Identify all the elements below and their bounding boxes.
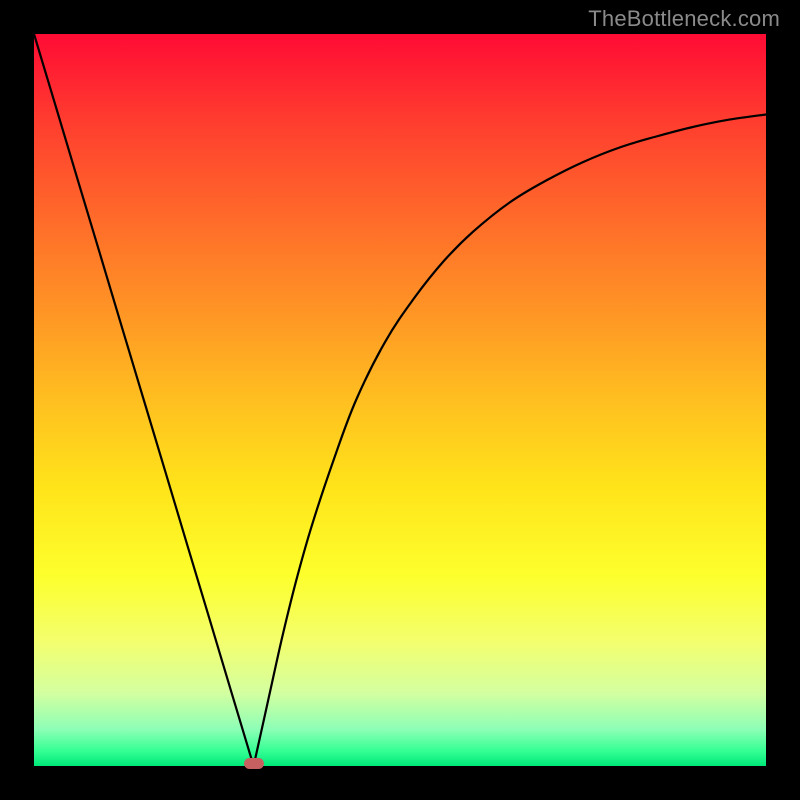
watermark-text: TheBottleneck.com	[588, 6, 780, 32]
chart-frame: TheBottleneck.com	[0, 0, 800, 800]
plot-area	[34, 34, 766, 766]
curve-svg	[34, 34, 766, 766]
minimum-marker	[244, 758, 264, 769]
bottleneck-curve	[34, 34, 766, 766]
